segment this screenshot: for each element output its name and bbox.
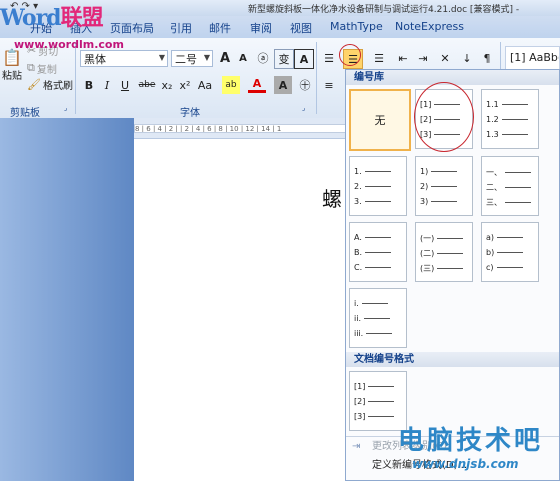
numbering-tile-chinese-paren[interactable]: (一) (二) (三) xyxy=(415,222,473,282)
strikethrough-button[interactable]: abe xyxy=(138,76,156,94)
font-group-label: 字体 xyxy=(180,108,200,119)
list-item: b) xyxy=(486,248,524,257)
list-item: 3. xyxy=(354,197,391,206)
align-left-button[interactable]: ≡ xyxy=(320,76,338,94)
show-marks-button[interactable]: ¶ xyxy=(478,49,496,67)
char-border-button[interactable]: A xyxy=(294,49,314,69)
watermark-text: 电脑技术吧 xyxy=(398,426,544,456)
brush-icon: 🖌 xyxy=(27,77,41,91)
numbering-tile-decimal[interactable]: 1. 2. 3. xyxy=(349,156,407,216)
numbering-tile-none[interactable]: 无 xyxy=(349,89,411,151)
document-text: 螺 xyxy=(322,187,342,211)
list-item: [3] xyxy=(354,412,395,421)
list-item: 1.2 xyxy=(486,115,528,124)
underline-button[interactable]: U xyxy=(116,76,134,94)
none-label: 无 xyxy=(374,114,386,127)
superscript-button[interactable]: x² xyxy=(176,76,194,94)
list-item: C. xyxy=(354,263,392,272)
site-logo-url: www.wordlm.com xyxy=(14,38,124,51)
tab-review[interactable]: 审阅 xyxy=(250,20,272,36)
bullets-button[interactable]: ☰ xyxy=(320,49,338,67)
font-name-value: 黑体 xyxy=(84,53,106,66)
font-name-combo[interactable]: 黑体 ▼ xyxy=(80,50,168,67)
italic-button[interactable]: I xyxy=(98,76,116,94)
list-item: 1. xyxy=(354,167,391,176)
list-item: 二、 xyxy=(486,182,531,193)
list-item: (一) xyxy=(420,233,464,244)
dialog-launcher-icon[interactable]: ⌟ xyxy=(302,104,305,112)
chevron-down-icon: ▼ xyxy=(158,53,165,62)
list-item: (二) xyxy=(420,248,464,259)
copy-icon: ⧉ xyxy=(27,61,35,74)
list-item: (三) xyxy=(420,263,464,274)
list-item: c) xyxy=(486,263,523,272)
numbering-tile-paren[interactable]: 1) 2) 3) xyxy=(415,156,473,216)
list-item: 1.1 xyxy=(486,100,528,109)
chevron-down-icon: ▼ xyxy=(203,53,210,62)
group-divider xyxy=(316,42,317,114)
list-item: 2) xyxy=(420,182,458,191)
annotation-circle xyxy=(339,44,361,66)
quick-style-preview[interactable]: [1] AaBb( xyxy=(505,46,560,70)
document-formats-header: 文档编号格式 xyxy=(346,352,559,367)
tab-mathtype[interactable]: MathType xyxy=(330,20,383,33)
site-logo: Word联盟 xyxy=(0,5,104,31)
list-item: [1] xyxy=(354,382,395,391)
asian-layout-button[interactable]: ✕ xyxy=(436,49,454,67)
list-item: 一、 xyxy=(486,167,531,178)
tab-noteexpress[interactable]: NoteExpress xyxy=(395,20,464,33)
document-page[interactable] xyxy=(134,139,348,481)
numbering-tile-chinese[interactable]: 一、 二、 三、 xyxy=(481,156,539,216)
sort-button[interactable]: ↓ xyxy=(458,49,476,67)
list-item: i. xyxy=(354,299,388,308)
dialog-launcher-icon[interactable]: ⌟ xyxy=(64,104,67,112)
subscript-button[interactable]: x₂ xyxy=(158,76,176,94)
annotation-circle xyxy=(414,82,474,152)
list-item: 1) xyxy=(420,167,458,176)
change-case-button[interactable]: Aa xyxy=(196,76,214,94)
phonetic-guide-button[interactable]: 变 xyxy=(274,49,294,69)
list-item: 三、 xyxy=(486,197,531,208)
tab-view[interactable]: 视图 xyxy=(290,20,312,36)
shrink-font-button[interactable]: A xyxy=(234,49,252,67)
document-margin-area xyxy=(0,118,134,481)
numbering-tile-decimal-sub[interactable]: 1.1 1.2 1.3 xyxy=(481,89,539,149)
paste-label: 粘贴 xyxy=(2,71,22,82)
font-color-button[interactable]: A xyxy=(248,76,266,93)
tab-mailings[interactable]: 邮件 xyxy=(209,20,231,36)
tab-page-layout[interactable]: 页面布局 xyxy=(110,20,154,36)
decrease-indent-button[interactable]: ⇤ xyxy=(394,49,412,67)
enclose-char-button[interactable]: ㊉ xyxy=(296,76,314,94)
highlight-button[interactable]: ab xyxy=(222,76,240,94)
horizontal-ruler[interactable]: 8 | 6 | 4 | 2 | | 2 | 4 | 6 | 8 | 10 | 1… xyxy=(134,124,348,133)
format-painter-button[interactable]: 🖌 格式刷 xyxy=(26,74,74,94)
font-size-value: 二号 xyxy=(175,53,197,66)
format-painter-label: 格式刷 xyxy=(42,80,73,92)
clipboard-group-label: 剪贴板 xyxy=(10,108,40,119)
list-item: [2] xyxy=(354,397,395,406)
char-shading-button[interactable]: A xyxy=(274,76,292,94)
list-item: a) xyxy=(486,233,524,242)
multilevel-list-button[interactable]: ☰ xyxy=(370,49,388,67)
list-item: ii. xyxy=(354,314,390,323)
grow-font-button[interactable]: A xyxy=(216,49,234,67)
group-divider xyxy=(75,42,76,114)
numbering-tile-upper-alpha[interactable]: A. B. C. xyxy=(349,222,407,282)
list-item: 2. xyxy=(354,182,391,191)
bold-button[interactable]: B xyxy=(80,76,98,94)
numbering-tile-roman[interactable]: i. ii. iii. xyxy=(349,288,407,348)
window-title: 新型螺旋斜板一体化净水设备研制与调试运行4.21.doc [兼容模式] - xyxy=(248,5,520,15)
numbering-tile-lower-alpha[interactable]: a) b) c) xyxy=(481,222,539,282)
list-item: B. xyxy=(354,248,392,257)
indent-icon: ⇥ xyxy=(352,441,361,452)
list-item: iii. xyxy=(354,329,393,338)
font-size-combo[interactable]: 二号 ▼ xyxy=(171,50,213,67)
list-item: 1.3 xyxy=(486,130,528,139)
watermark-url: www.dnjsb.com xyxy=(412,457,519,471)
clear-format-button[interactable]: ⓐ xyxy=(254,49,272,67)
list-item: A. xyxy=(354,233,391,242)
tab-references[interactable]: 引用 xyxy=(170,20,192,36)
increase-indent-button[interactable]: ⇥ xyxy=(414,49,432,67)
list-item: 3) xyxy=(420,197,458,206)
